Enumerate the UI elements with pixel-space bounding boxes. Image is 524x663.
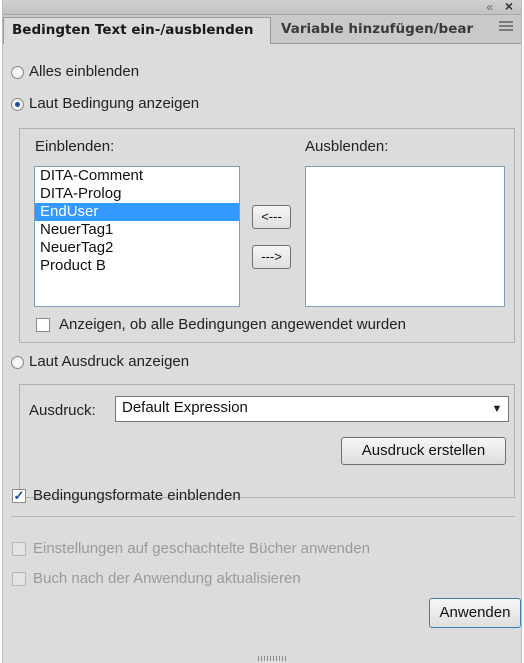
show-applied-label[interactable]: Anzeigen, ob alle Bedingungen angewendet…: [59, 316, 406, 333]
create-expression-button[interactable]: Ausdruck erstellen: [341, 437, 506, 465]
list-item[interactable]: DITA-Prolog: [35, 185, 239, 203]
update-book-checkbox: [12, 572, 26, 586]
chevron-down-icon[interactable]: ▼: [486, 397, 508, 421]
list-item[interactable]: Product B: [35, 257, 239, 275]
panel-menu-icon[interactable]: [499, 21, 513, 33]
tab-add-edit-variable[interactable]: Variable hinzufügen/bear: [273, 17, 483, 42]
show-all-radio[interactable]: [11, 66, 24, 79]
list-item[interactable]: NeuerTag2: [35, 239, 239, 257]
hide-list-label: Ausblenden:: [305, 138, 389, 155]
show-applied-checkbox[interactable]: [36, 318, 50, 332]
show-by-condition-radio[interactable]: [11, 98, 24, 111]
show-conditions-list[interactable]: DITA-Comment DITA-Prolog EndUser NeuerTa…: [34, 166, 240, 307]
divider: [11, 516, 515, 517]
close-icon[interactable]: ×: [505, 0, 513, 13]
apply-nested-label: Einstellungen auf geschachtelte Bücher a…: [33, 540, 370, 557]
show-formats-checkbox[interactable]: ✓: [12, 489, 26, 503]
apply-nested-checkbox: [12, 542, 26, 556]
apply-button[interactable]: Anwenden: [429, 598, 521, 628]
conditional-text-panel: « × Bedingten Text ein-/ausblenden Varia…: [2, 0, 522, 663]
panel-title-bar: « ×: [3, 0, 521, 15]
list-item-selected[interactable]: EndUser: [35, 203, 239, 221]
expression-label: Ausdruck:: [29, 402, 96, 419]
show-all-label[interactable]: Alles einblenden: [29, 63, 139, 80]
panel-tab-bar: Bedingten Text ein-/ausblenden Variable …: [3, 15, 521, 44]
tab-show-hide-conditional-text[interactable]: Bedingten Text ein-/ausblenden: [3, 17, 271, 44]
expression-value: Default Expression: [122, 399, 248, 416]
show-list-label: Einblenden:: [35, 138, 115, 155]
update-book-label: Buch nach der Anwendung aktualisieren: [33, 570, 301, 587]
show-by-condition-label[interactable]: Laut Bedingung anzeigen: [29, 95, 199, 112]
double-chevron-right-icon[interactable]: «: [486, 0, 493, 14]
resize-grip[interactable]: [258, 656, 288, 661]
list-item[interactable]: NeuerTag1: [35, 221, 239, 239]
move-right-button[interactable]: --->: [252, 245, 291, 269]
show-formats-label[interactable]: Bedingungsformate einblenden: [33, 487, 241, 504]
move-left-button[interactable]: <---: [252, 205, 291, 229]
expression-select[interactable]: Default Expression ▼: [115, 396, 509, 422]
list-item[interactable]: DITA-Comment: [35, 167, 239, 185]
hide-conditions-list[interactable]: [305, 166, 505, 307]
show-by-expression-label[interactable]: Laut Ausdruck anzeigen: [29, 353, 189, 370]
show-by-expression-radio[interactable]: [11, 356, 24, 369]
